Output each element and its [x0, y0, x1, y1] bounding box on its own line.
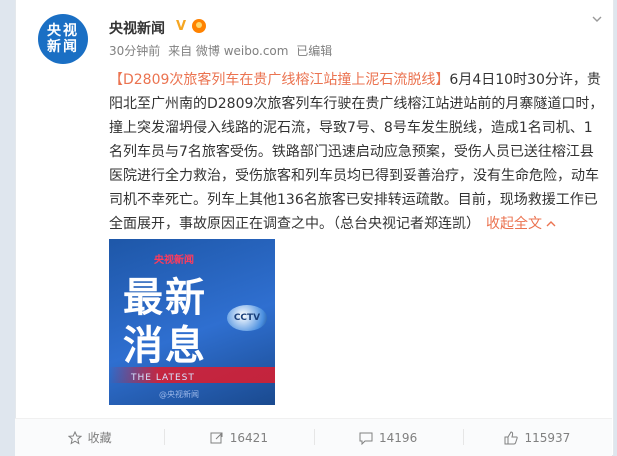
favorite-label: 收藏 [87, 431, 112, 445]
like-count: 115937 [524, 430, 571, 445]
post-edited: 已编辑 [296, 44, 333, 58]
image-logo-text: 央视新闻 [154, 255, 194, 266]
collapse-text-button[interactable]: 收起全文 [486, 216, 556, 232]
comment-icon [359, 432, 373, 445]
post-source[interactable]: 来自 微博 weibo.com [168, 44, 288, 58]
post-time[interactable]: 30分钟前 [109, 44, 160, 58]
post-meta: 30分钟前 来自 微博 weibo.com 已编辑 [109, 42, 336, 59]
verified-icon: V [176, 19, 187, 34]
post-image[interactable]: 央视新闻 最新 消息 THE LATEST CCTV @央视新闻 [109, 239, 275, 405]
repost-count: 16421 [229, 430, 268, 445]
thumbs-up-icon [504, 430, 519, 444]
username[interactable]: 央视新闻 [109, 18, 165, 38]
comment-count: 14196 [379, 430, 418, 445]
chevron-down-icon[interactable] [592, 14, 602, 24]
collapse-label: 收起全文 [486, 216, 542, 232]
post-body-text: 6月4日10时30分许，贵阳北至广州南的D2809次旅客列车行驶在贵广线榕江站进… [109, 72, 604, 232]
avatar[interactable]: 央视 新闻 [38, 14, 88, 64]
image-headline-line1: 最新 [123, 275, 207, 321]
repost-icon [210, 432, 223, 443]
member-badge-icon [192, 19, 206, 33]
star-icon [67, 430, 82, 445]
like-button[interactable]: 115937 [462, 419, 612, 456]
weibo-post-card: 央视 新闻 央视新闻 V 30分钟前 来自 微博 weibo.com 已编辑 【… [15, 0, 614, 455]
image-watermark: @央视新闻 [159, 390, 199, 399]
chevron-up-icon [546, 221, 556, 227]
image-latest-text: THE LATEST [131, 373, 195, 383]
post-topic-link[interactable]: 【D2809次旅客列车在贵广线榕江站撞上泥石流脱线】 [109, 72, 449, 88]
avatar-text-bottom: 新闻 [47, 39, 79, 55]
repost-button[interactable]: 16421 [164, 419, 313, 456]
post-content: 【D2809次旅客列车在贵广线榕江站撞上泥石流脱线】6月4日10时30分许，贵阳… [109, 68, 604, 236]
cctv-logo: CCTV [227, 305, 267, 331]
post-action-bar: 收藏 16421 14196 115937 [15, 418, 612, 456]
favorite-button[interactable]: 收藏 [15, 419, 164, 456]
avatar-text-top: 央视 [47, 23, 79, 39]
comment-button[interactable]: 14196 [313, 419, 463, 456]
image-headline-line2: 消息 [123, 323, 207, 369]
